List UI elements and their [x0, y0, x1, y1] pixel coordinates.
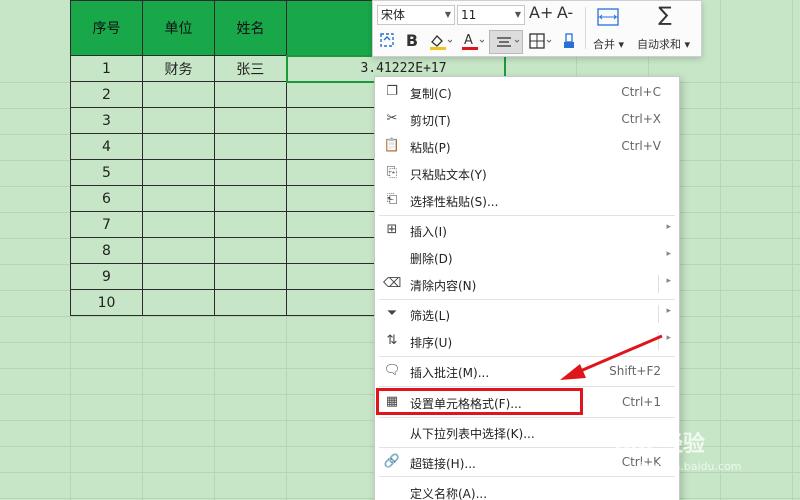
baidu-watermark-url: jingyan.baidu.com [640, 460, 742, 473]
watermark-url-text: jingyan.baidu.com [640, 460, 742, 473]
watermark-text: Bai 经验 [614, 432, 705, 457]
baidu-watermark: Bai 经验 [614, 426, 705, 458]
red-arrow-annotation [560, 334, 663, 380]
